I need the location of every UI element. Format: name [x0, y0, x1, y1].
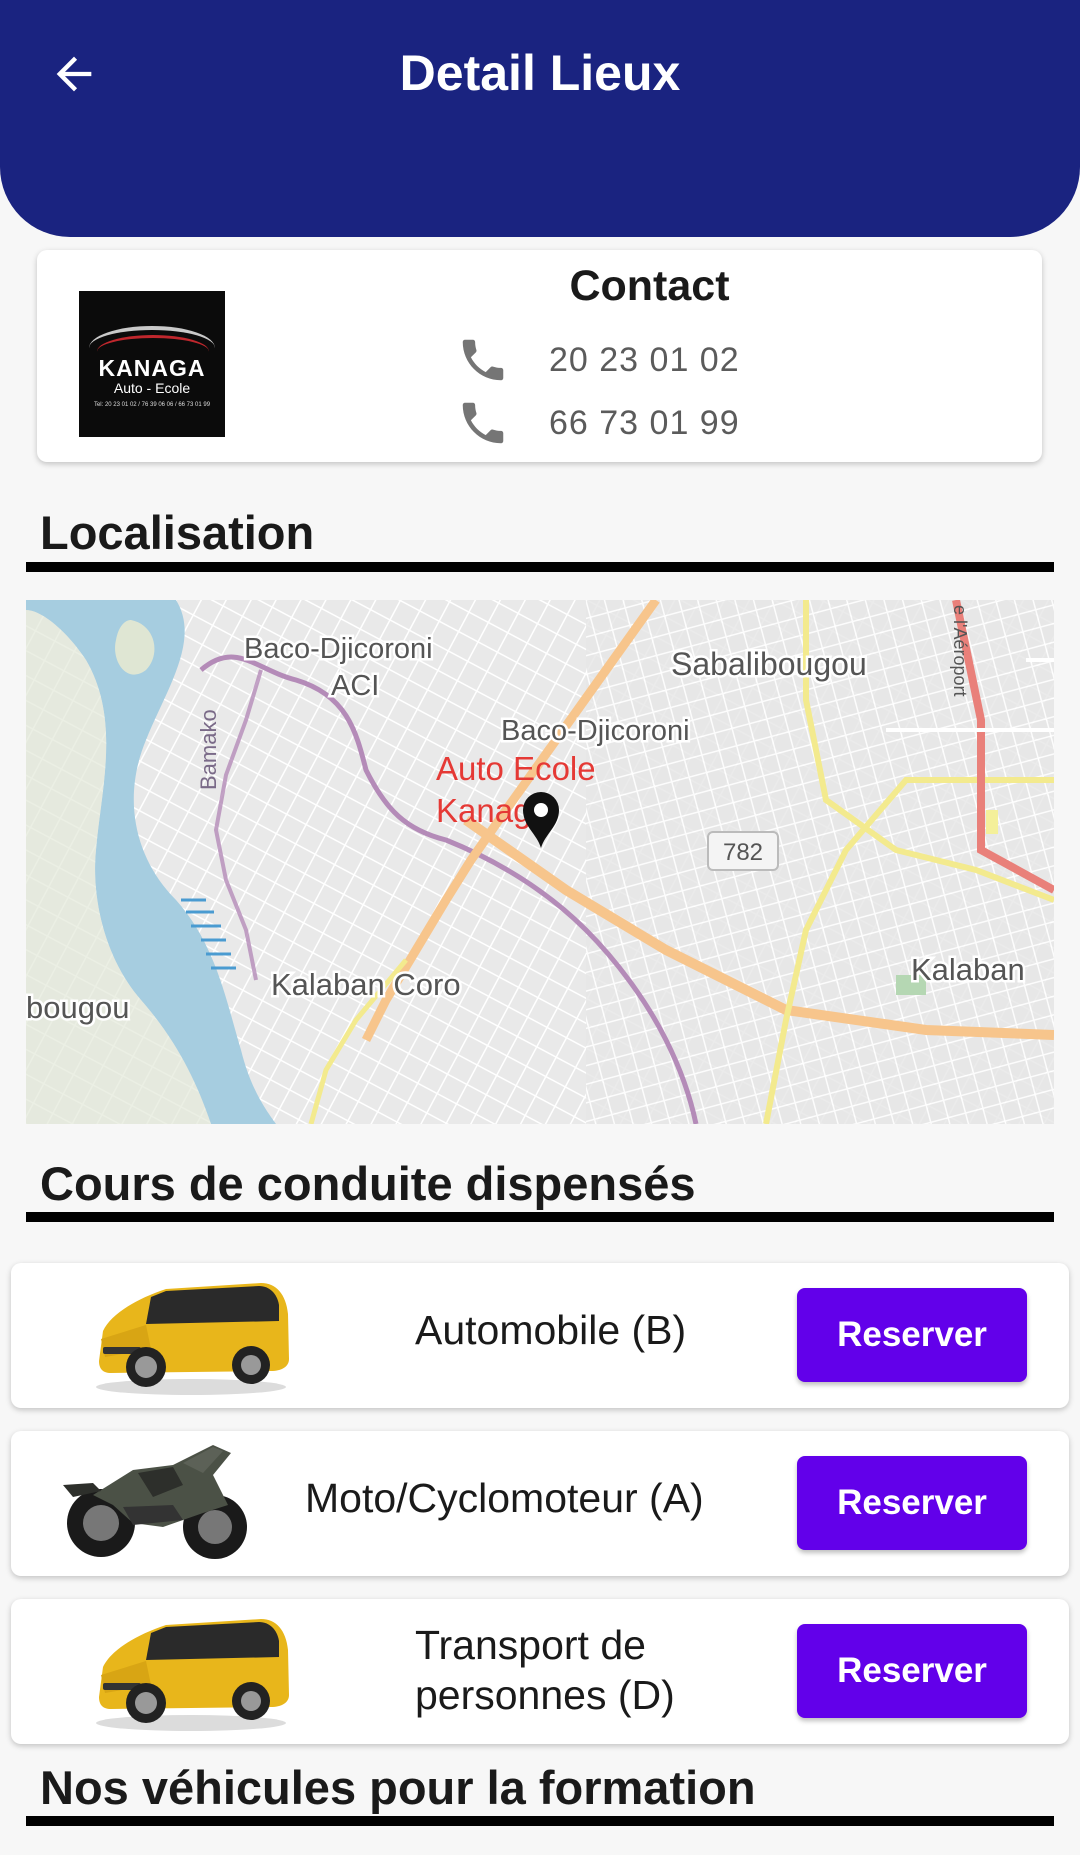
map-label-aeroport: e l'Aéroport — [950, 605, 970, 697]
section-title-localisation: Localisation — [40, 506, 315, 559]
logo-phones: Tel: 20 23 01 02 / 76 39 06 06 / 66 73 0… — [93, 402, 211, 408]
section-title-cours: Cours de conduite dispensés — [40, 1157, 696, 1210]
van-image — [96, 1619, 289, 1731]
course-label-automobile: Automobile (B) — [415, 1307, 687, 1353]
map-road-badge: 782 — [723, 839, 763, 866]
map-label-bougou: bougou — [26, 990, 129, 1025]
map-label-aci: ACI — [331, 670, 379, 702]
course-label-transport-line1: Transport de — [415, 1622, 646, 1668]
map-label-sabalibougou: Sabalibougou — [671, 646, 867, 682]
map-view[interactable]: Baco-Djicoroni ACI Sabalibougou Baco-Dji… — [26, 600, 1054, 1124]
phone-icon — [455, 395, 511, 451]
phone-number-1: 20 23 01 02 — [549, 340, 740, 379]
phone-row-1[interactable]: 20 23 01 02 — [455, 332, 740, 388]
course-label-moto: Moto/Cyclomoteur (A) — [305, 1475, 704, 1521]
section-divider — [26, 562, 1054, 572]
course-card-transport: Transport de personnes (D) Reserver — [11, 1599, 1069, 1744]
map-label-bamako: Bamako — [196, 709, 221, 790]
phone-icon — [455, 332, 511, 388]
course-card-moto: Moto/Cyclomoteur (A) Reserver — [11, 1431, 1069, 1576]
section-title-vehicules: Nos véhicules pour la formation — [40, 1761, 756, 1814]
page-title: Detail Lieux — [399, 45, 681, 101]
phone-row-2[interactable]: 66 73 01 99 — [455, 395, 740, 451]
reserve-button-moto[interactable]: Reserver — [797, 1456, 1027, 1550]
contact-card: KANAGA Auto - Ecole Tel: 20 23 01 02 / 7… — [37, 250, 1042, 462]
logo-brand: KANAGA — [98, 355, 206, 381]
course-card-automobile: Automobile (B) Reserver — [11, 1263, 1069, 1408]
course-label-transport: Transport de personnes (D) — [415, 1620, 675, 1720]
map-place-name-line1: Auto Ecole — [436, 750, 596, 787]
section-divider — [26, 1212, 1054, 1222]
map-label-kalaban-coro: Kalaban Coro — [271, 967, 461, 1002]
course-label-transport-line2: personnes (D) — [415, 1672, 675, 1718]
van-image — [96, 1283, 289, 1395]
app-bar: Detail Lieux — [0, 0, 1080, 237]
reserve-button-transport[interactable]: Reserver — [797, 1624, 1027, 1718]
reserve-button-automobile[interactable]: Reserver — [797, 1288, 1027, 1382]
logo-subtitle: Auto - Ecole — [113, 380, 191, 396]
school-logo: KANAGA Auto - Ecole Tel: 20 23 01 02 / 7… — [79, 291, 225, 437]
motorcycle-image — [63, 1445, 247, 1559]
phone-number-2: 66 73 01 99 — [549, 403, 740, 442]
map-label-kalaban: Kalaban — [911, 952, 1025, 987]
section-divider — [26, 1816, 1054, 1826]
map-label-baco-aci: Baco-Djicoroni — [244, 633, 433, 665]
map-label-baco-djicoroni: Baco-Djicoroni — [501, 715, 690, 747]
contact-title: Contact — [569, 262, 730, 310]
